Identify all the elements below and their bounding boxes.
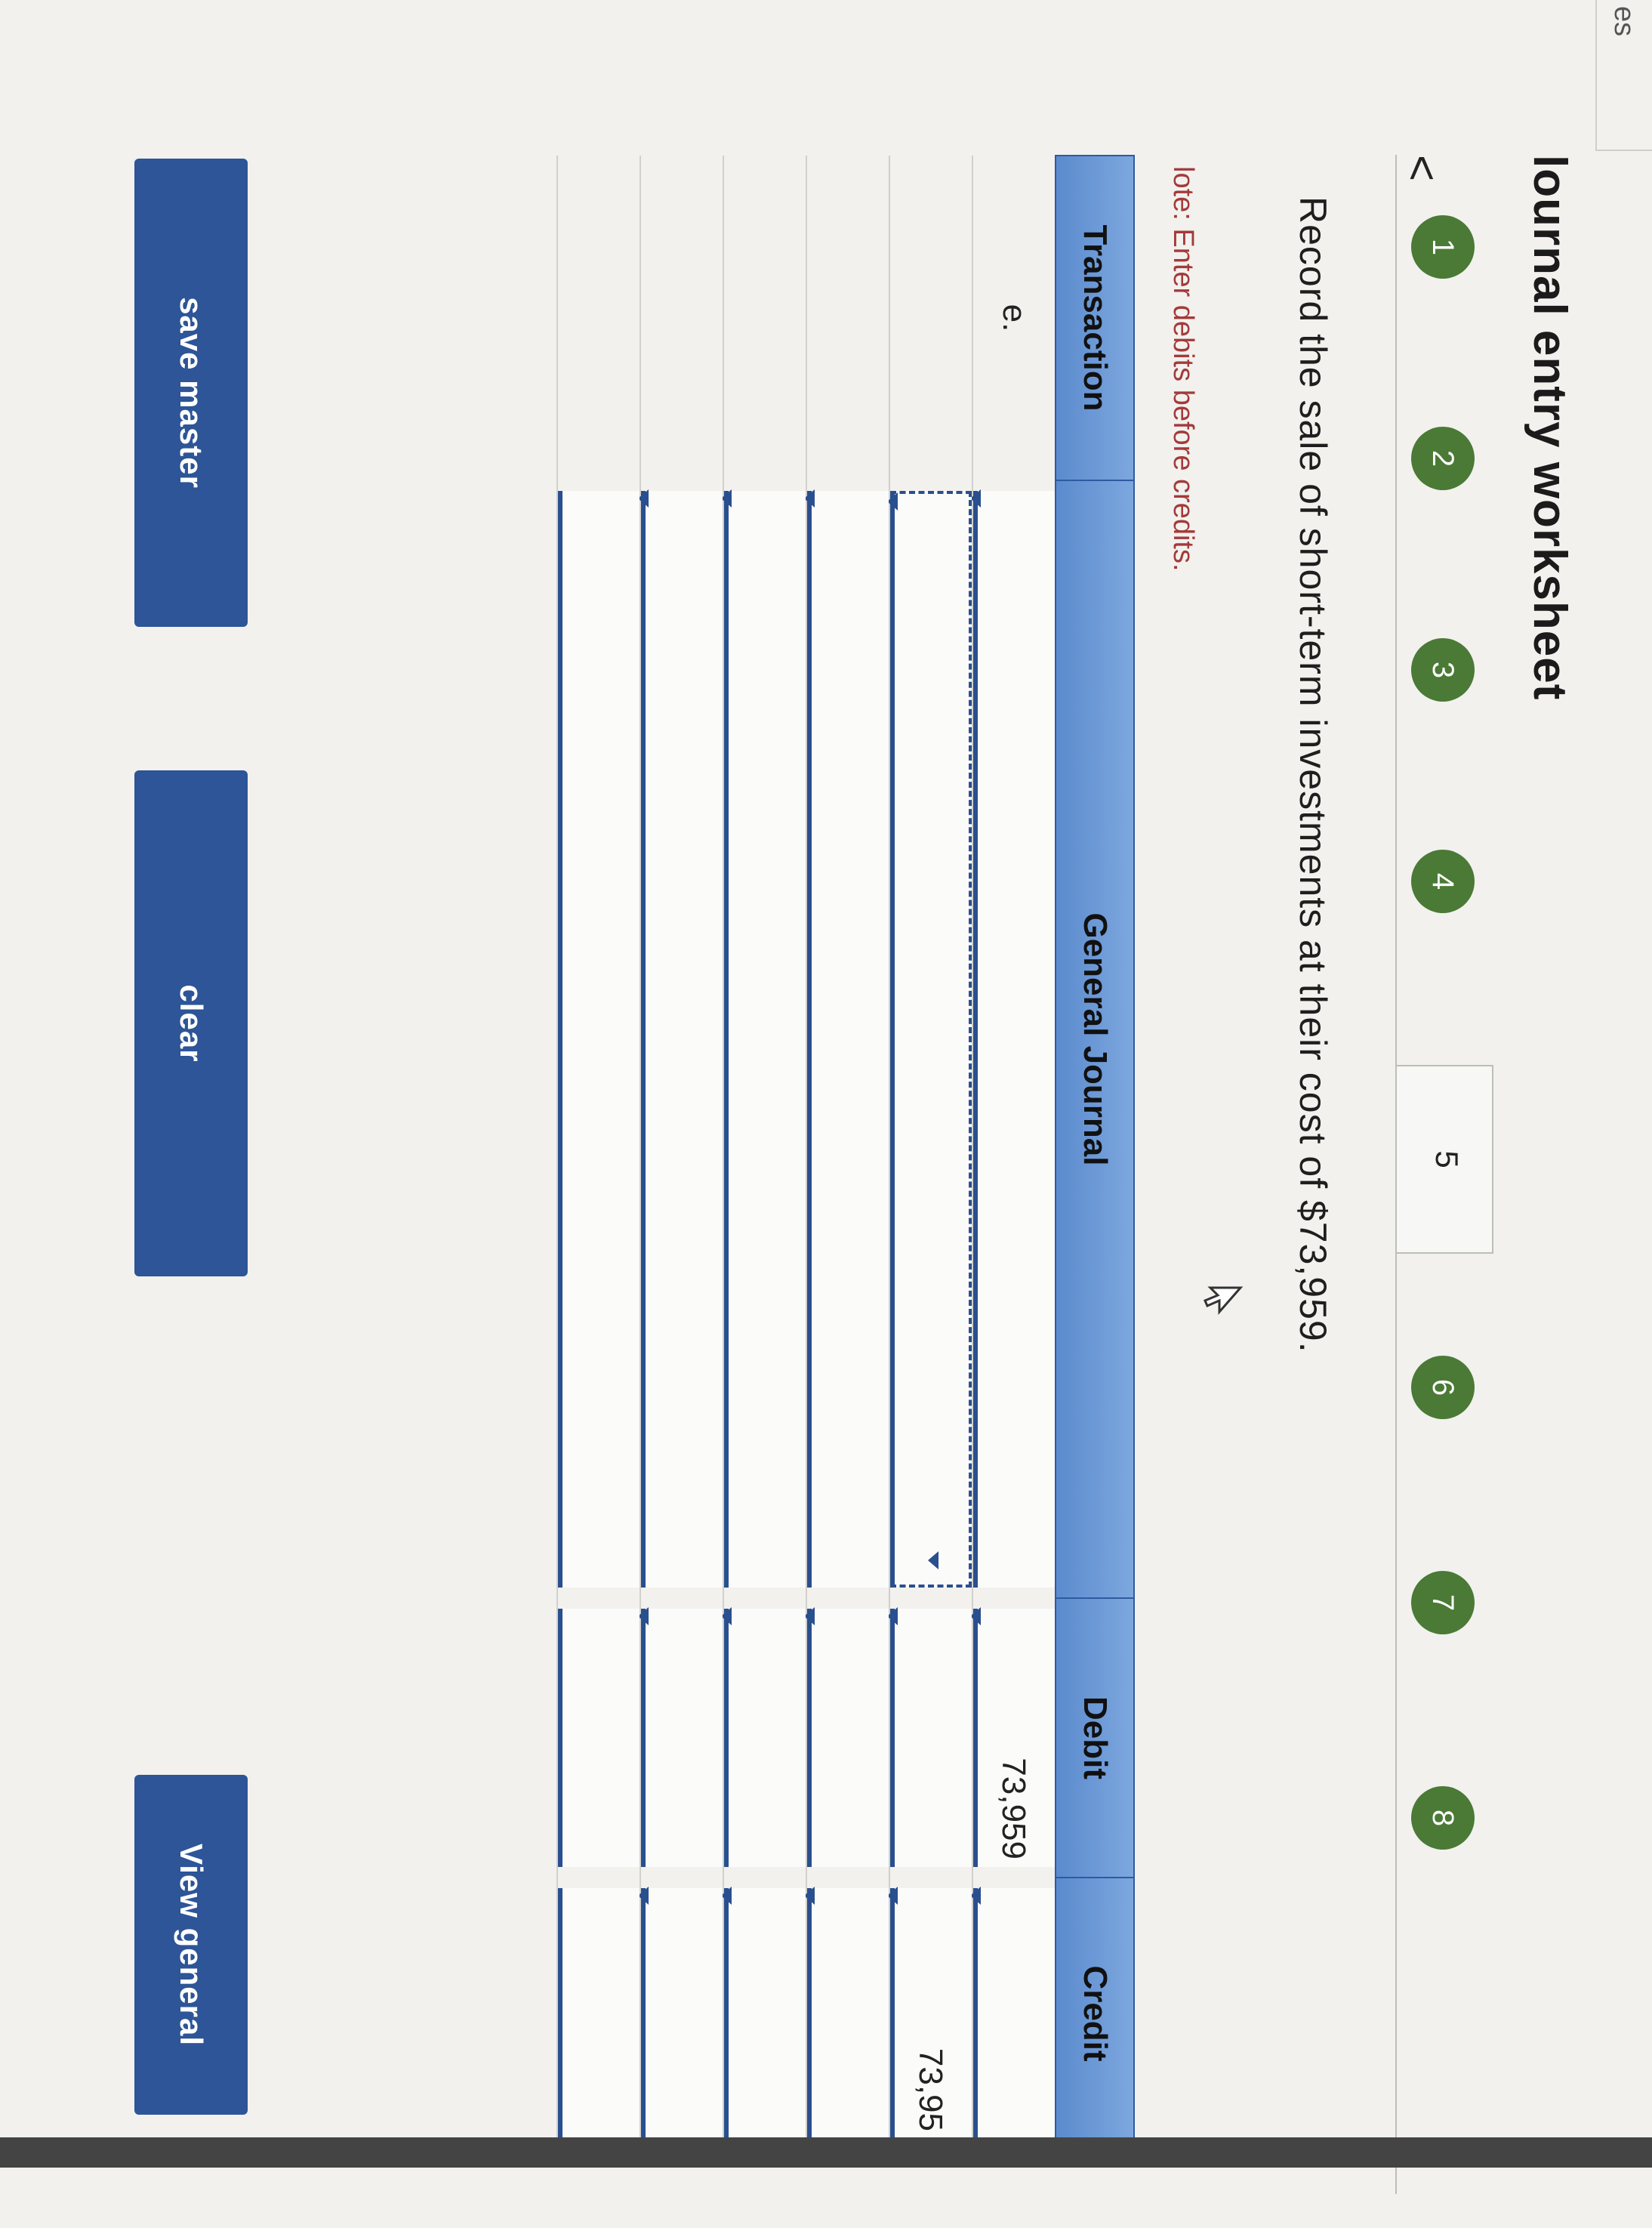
credit-cell[interactable] xyxy=(721,1878,806,2149)
dropdown-caret-icon xyxy=(721,1887,732,1905)
instruction-text: Record the sale of short-term investment… xyxy=(1292,196,1334,1353)
account-select[interactable] xyxy=(638,489,723,1588)
transaction-header: Transaction xyxy=(1056,156,1134,480)
device-edge xyxy=(0,2137,1652,2168)
dropdown-caret-icon xyxy=(804,489,815,508)
previous-arrow-icon[interactable]: < xyxy=(1396,155,1448,181)
credit-input[interactable] xyxy=(721,1887,806,2139)
credit-input[interactable] xyxy=(638,1887,723,2139)
account-select[interactable] xyxy=(970,489,1055,1588)
account-select[interactable] xyxy=(804,489,889,1588)
debit-cell[interactable] xyxy=(887,1598,972,1878)
table-row xyxy=(557,156,640,2149)
step-2[interactable]: 2 xyxy=(1411,427,1475,490)
account-cell[interactable] xyxy=(804,480,889,1598)
transaction-cell xyxy=(557,156,640,480)
debit-cell[interactable] xyxy=(804,1598,889,1878)
clear-button[interactable]: clear xyxy=(134,770,248,1276)
transaction-cell xyxy=(806,156,889,480)
debit-cell[interactable]: 73,959 xyxy=(970,1598,1056,1878)
step-5-active[interactable]: 5 xyxy=(1395,1065,1493,1254)
credit-input[interactable] xyxy=(558,1888,640,2139)
dropdown-caret-icon xyxy=(721,489,732,508)
debit-input[interactable]: 73,959 xyxy=(970,1607,1055,1867)
note-text: lote: Enter debits before credits. xyxy=(1167,166,1199,572)
table-row xyxy=(804,156,889,2149)
debit-input[interactable] xyxy=(638,1607,723,1867)
transaction-cell xyxy=(723,156,806,480)
dropdown-arrow-icon[interactable] xyxy=(928,1551,938,1569)
account-select-focused[interactable] xyxy=(887,491,972,1588)
step-4[interactable]: 4 xyxy=(1411,850,1475,913)
dropdown-caret-icon xyxy=(638,489,649,508)
dropdown-caret-icon xyxy=(887,492,898,511)
account-select[interactable] xyxy=(721,489,806,1588)
tab-divider xyxy=(1395,155,1397,2194)
table-row: 73,95 xyxy=(887,156,972,2149)
debit-cell[interactable] xyxy=(721,1598,806,1878)
step-8[interactable]: 8 xyxy=(1411,1786,1475,1850)
table-header-row: Transaction General Journal Debit Credit xyxy=(1056,156,1134,2149)
debit-input[interactable] xyxy=(804,1607,889,1867)
step-6[interactable]: 6 xyxy=(1411,1356,1475,1419)
account-cell[interactable] xyxy=(887,480,972,1598)
dropdown-caret-icon xyxy=(804,1887,815,1905)
table-row xyxy=(721,156,806,2149)
credit-cell[interactable] xyxy=(970,1878,1056,2149)
worksheet-page: es lournal entry worksheet < 1 2 3 4 5 6… xyxy=(0,0,1652,2228)
dropdown-caret-icon xyxy=(887,1607,898,1625)
table-row xyxy=(638,156,723,2149)
debit-input[interactable] xyxy=(558,1609,640,1867)
step-3[interactable]: 3 xyxy=(1411,638,1475,702)
debit-cell[interactable] xyxy=(557,1598,640,1878)
page-title: lournal entry worksheet xyxy=(1524,155,1576,701)
general-journal-header: General Journal xyxy=(1056,480,1134,1598)
mouse-cursor-icon xyxy=(1204,1286,1244,1315)
table-row: e. 73,959 xyxy=(970,156,1056,2149)
dropdown-caret-icon xyxy=(804,1607,815,1625)
tab-fragment[interactable]: es xyxy=(1595,0,1652,151)
debit-input[interactable] xyxy=(887,1607,972,1867)
dropdown-caret-icon xyxy=(721,1607,732,1625)
dropdown-caret-icon xyxy=(638,1607,649,1625)
account-cell[interactable] xyxy=(557,480,640,1598)
credit-cell[interactable]: 73,95 xyxy=(887,1878,972,2149)
credit-input[interactable] xyxy=(970,1887,1055,2139)
transaction-cell xyxy=(640,156,723,480)
general-journal-table: Transaction General Journal Debit Credit… xyxy=(556,155,1135,2150)
dropdown-caret-icon xyxy=(970,489,981,508)
debit-header: Debit xyxy=(1056,1598,1134,1878)
credit-cell[interactable] xyxy=(638,1878,723,2149)
debit-input[interactable] xyxy=(721,1607,806,1867)
credit-input[interactable] xyxy=(804,1887,889,2139)
step-7[interactable]: 7 xyxy=(1411,1571,1475,1634)
dropdown-caret-icon xyxy=(970,1887,981,1905)
account-cell[interactable] xyxy=(721,480,806,1598)
save-master-button[interactable]: save master xyxy=(134,159,248,627)
account-cell[interactable] xyxy=(970,480,1056,1598)
credit-header: Credit xyxy=(1056,1878,1134,2149)
credit-cell[interactable] xyxy=(557,1878,640,2149)
transaction-cell xyxy=(889,156,972,480)
credit-input[interactable]: 73,95 xyxy=(887,1887,972,2139)
step-1[interactable]: 1 xyxy=(1411,215,1475,279)
credit-cell[interactable] xyxy=(804,1878,889,2149)
dropdown-caret-icon xyxy=(887,1887,898,1905)
transaction-cell: e. xyxy=(972,156,1056,480)
dropdown-caret-icon xyxy=(638,1887,649,1905)
debit-cell[interactable] xyxy=(638,1598,723,1878)
view-general-button[interactable]: View general xyxy=(134,1775,248,2115)
dropdown-caret-icon xyxy=(970,1607,981,1625)
account-cell[interactable] xyxy=(638,480,723,1598)
account-select[interactable] xyxy=(558,491,640,1588)
